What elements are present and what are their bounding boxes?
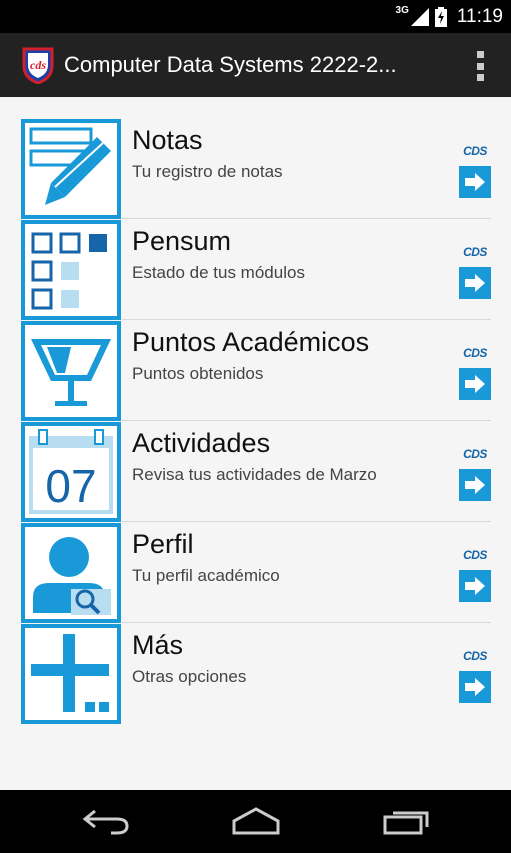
- go-button-puntos-academicos[interactable]: CDS: [459, 346, 491, 402]
- arrow-right-icon: [459, 267, 491, 299]
- menu-item-title: Perfil: [132, 529, 194, 559]
- menu-item-mas[interactable]: Más Otras opciones CDS: [20, 602, 491, 724]
- recent-apps-button[interactable]: [376, 804, 436, 838]
- overflow-menu-button[interactable]: [475, 51, 485, 81]
- menu-item-actividades[interactable]: 07 Actividades Revisa tus actividades de…: [20, 400, 491, 522]
- back-icon: [82, 809, 129, 835]
- overflow-dot: [476, 51, 484, 58]
- go-button-perfil[interactable]: CDS: [459, 548, 491, 604]
- menu-item-title: Más: [132, 630, 184, 660]
- menu-item-title: Puntos Académicos: [132, 327, 370, 357]
- plus-more-icon: [21, 624, 121, 724]
- cds-badge: CDS: [463, 144, 487, 158]
- cds-badge: CDS: [463, 649, 487, 663]
- arrow-right-icon: [459, 166, 491, 198]
- menu-item-title: Pensum: [132, 226, 232, 256]
- cds-shield-icon: cds: [22, 47, 54, 84]
- app-title: Computer Data Systems 2222-2...: [64, 52, 397, 77]
- status-icons: 3G 11:19: [396, 0, 503, 33]
- overflow-dot: [476, 74, 484, 81]
- status-bar: 3G 11:19: [0, 0, 511, 33]
- cds-badge: CDS: [463, 346, 487, 360]
- menu-item-subtitle: Revisa tus actividades de Marzo: [132, 465, 377, 484]
- menu-item-pensum[interactable]: Pensum Estado de tus módulos CDS: [20, 198, 491, 320]
- main-menu-list: Notas Tu registro de notas CDS Pensum Es…: [0, 97, 511, 790]
- menu-item-subtitle: Tu registro de notas: [132, 162, 283, 181]
- app-logo: cds: [22, 46, 54, 84]
- go-button-pensum[interactable]: CDS: [459, 245, 491, 301]
- home-icon: [232, 807, 280, 835]
- clock: 11:19: [456, 5, 503, 27]
- go-button-mas[interactable]: CDS: [459, 649, 491, 705]
- menu-item-subtitle: Otras opciones: [132, 667, 247, 686]
- home-button[interactable]: [226, 804, 286, 838]
- arrow-right-icon: [459, 570, 491, 602]
- menu-item-subtitle: Puntos obtenidos: [132, 364, 264, 383]
- menu-item-notas[interactable]: Notas Tu registro de notas CDS: [20, 97, 491, 219]
- menu-item-subtitle: Tu perfil académico: [132, 566, 280, 585]
- menu-item-subtitle: Estado de tus módulos: [132, 263, 305, 282]
- svg-text:cds: cds: [30, 58, 46, 72]
- cds-badge: CDS: [463, 548, 487, 562]
- overflow-dot: [476, 62, 484, 70]
- recent-apps-icon: [383, 811, 429, 835]
- back-button[interactable]: [76, 804, 136, 838]
- battery-icon: [434, 6, 447, 27]
- cds-badge: CDS: [463, 447, 487, 461]
- arrow-right-icon: [459, 368, 491, 400]
- cds-badge: CDS: [463, 245, 487, 259]
- go-button-actividades[interactable]: CDS: [459, 447, 491, 503]
- menu-item-title: Notas: [132, 125, 203, 155]
- menu-item-puntos-academicos[interactable]: Puntos Académicos Puntos obtenidos CDS: [20, 299, 491, 421]
- network-type: 3G: [395, 5, 409, 16]
- navigation-bar: [0, 790, 511, 853]
- signal-icon: [410, 7, 429, 26]
- arrow-right-icon: [459, 671, 491, 703]
- menu-item-title: Actividades: [132, 428, 271, 458]
- arrow-right-icon: [459, 469, 491, 501]
- go-button-notas[interactable]: CDS: [459, 144, 491, 200]
- menu-item-perfil[interactable]: Perfil Tu perfil académico CDS: [20, 501, 491, 623]
- action-bar: cds Computer Data Systems 2222-2...: [0, 33, 511, 97]
